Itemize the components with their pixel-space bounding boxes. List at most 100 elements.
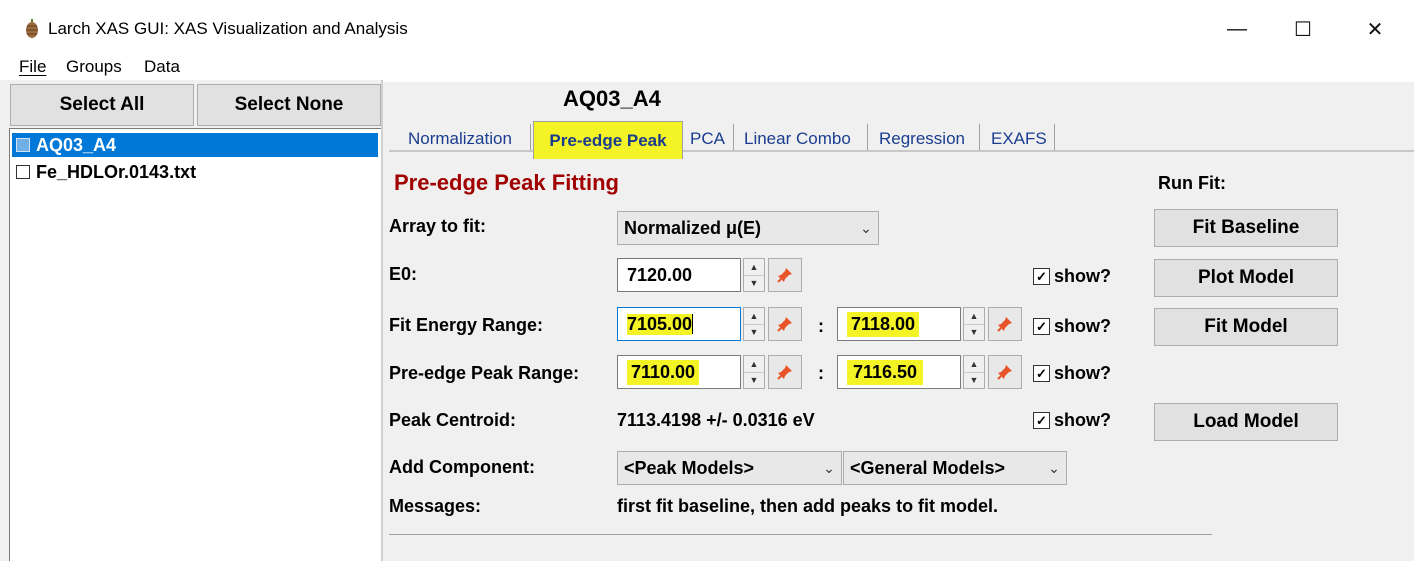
spin-up-icon[interactable]: ▲ [744, 308, 764, 324]
spin-down-icon[interactable]: ▼ [964, 371, 984, 389]
general-models-select[interactable]: <General Models> ⌄ [843, 451, 1067, 485]
chevron-down-icon: ⌄ [823, 459, 835, 476]
preedge-max-pin-button[interactable] [988, 355, 1022, 389]
fit-energy-max-spinner[interactable]: ▲ ▼ [963, 307, 985, 341]
preedge-max-input[interactable]: 7116.50 [837, 355, 961, 389]
checkmark-icon: ✓ [1033, 412, 1050, 429]
tab-separator [867, 124, 868, 150]
file-checkbox[interactable] [16, 165, 30, 179]
fit-energy-range-label: Fit Energy Range: [389, 315, 544, 335]
file-checkbox[interactable] [16, 138, 30, 152]
select-none-button[interactable]: Select None [197, 84, 381, 126]
tab-pre-edge-peak[interactable]: Pre-edge Peak [533, 121, 683, 159]
peak-models-select[interactable]: <Peak Models> ⌄ [617, 451, 842, 485]
spin-down-icon[interactable]: ▼ [964, 323, 984, 341]
checkmark-icon: ✓ [1033, 318, 1050, 335]
file-name: Fe_HDLOr.0143.txt [36, 161, 197, 182]
preedge-peak-range-label: Pre-edge Peak Range: [389, 363, 580, 383]
text-cursor [692, 314, 694, 334]
pin-icon [777, 365, 792, 380]
divider-line [389, 534, 1212, 535]
panel-divider[interactable] [381, 80, 383, 561]
spin-down-icon[interactable]: ▼ [744, 274, 764, 292]
spin-down-icon[interactable]: ▼ [744, 371, 764, 389]
fit-model-button[interactable]: Fit Model [1154, 308, 1338, 346]
show-label: show? [1054, 410, 1111, 430]
spin-up-icon[interactable]: ▲ [744, 259, 764, 275]
range-separator: : [818, 363, 824, 383]
minimize-button[interactable]: — [1208, 12, 1266, 46]
preedge-max-value: 7116.50 [847, 359, 924, 385]
chevron-down-icon: ⌄ [1048, 459, 1060, 476]
file-list[interactable] [9, 128, 381, 561]
preedge-min-pin-button[interactable] [768, 355, 802, 389]
pinecone-icon [26, 19, 38, 38]
menu-data[interactable]: Data [144, 57, 180, 77]
menu-bar [0, 56, 1414, 80]
preedge-max-spinner[interactable]: ▲ ▼ [963, 355, 985, 389]
chevron-down-icon: ⌄ [860, 219, 872, 236]
fit-energy-min-input[interactable]: 7105.00 [617, 307, 741, 341]
tab-separator [530, 124, 531, 150]
pin-icon [997, 365, 1012, 380]
array-to-fit-label: Array to fit: [389, 216, 487, 236]
fit-energy-max-input[interactable]: 7118.00 [837, 307, 961, 341]
plot-model-button[interactable]: Plot Model [1154, 259, 1338, 297]
pin-icon [777, 268, 792, 283]
menu-groups[interactable]: Groups [66, 57, 122, 77]
general-models-value: <General Models> [850, 457, 1006, 478]
preedge-min-spinner[interactable]: ▲ ▼ [743, 355, 765, 389]
spin-up-icon[interactable]: ▲ [964, 308, 984, 324]
fit-energy-min-pin-button[interactable] [768, 307, 802, 341]
pin-icon [997, 317, 1012, 332]
e0-show-checkbox[interactable]: ✓ show? [1033, 266, 1111, 287]
fit-energy-max-pin-button[interactable] [988, 307, 1022, 341]
e0-input[interactable]: 7120.00 [617, 258, 741, 292]
add-component-label: Add Component: [389, 457, 535, 477]
file-item-aq03-a4[interactable]: AQ03_A4 [12, 133, 378, 157]
checkmark-icon: ✓ [1033, 268, 1050, 285]
messages-label: Messages: [389, 496, 482, 516]
peak-centroid-label: Peak Centroid: [389, 410, 517, 430]
fit-baseline-button[interactable]: Fit Baseline [1154, 209, 1338, 247]
peak-centroid-value: 7113.4198 +/- 0.0316 eV [617, 410, 815, 430]
tab-separator [733, 124, 734, 150]
peak-models-value: <Peak Models> [624, 457, 755, 478]
centroid-show-checkbox[interactable]: ✓ show? [1033, 410, 1111, 431]
show-label: show? [1054, 363, 1111, 383]
menu-file[interactable]: File [19, 57, 46, 77]
tab-linear-combo[interactable]: Linear Combo [742, 127, 853, 151]
tab-normalization[interactable]: Normalization [406, 127, 514, 151]
spin-up-icon[interactable]: ▲ [744, 356, 764, 372]
tab-separator [1054, 124, 1055, 150]
array-to-fit-select[interactable]: Normalized μ(E) ⌄ [617, 211, 879, 245]
fit-energy-min-spinner[interactable]: ▲ ▼ [743, 307, 765, 341]
maximize-button[interactable]: ☐ [1274, 12, 1332, 46]
tab-regression[interactable]: Regression [877, 127, 967, 151]
window-title: Larch XAS GUI: XAS Visualization and Ana… [48, 19, 408, 38]
range-separator: : [818, 316, 824, 336]
tab-separator [979, 124, 980, 150]
preedge-min-value: 7110.00 [627, 359, 700, 385]
tab-pca[interactable]: PCA [688, 127, 727, 151]
spin-up-icon[interactable]: ▲ [964, 356, 984, 372]
e0-label: E0: [389, 264, 418, 284]
panel-heading: Pre-edge Peak Fitting [394, 170, 619, 195]
array-to-fit-value: Normalized μ(E) [624, 217, 762, 238]
spin-down-icon[interactable]: ▼ [744, 323, 764, 341]
fit-energy-show-checkbox[interactable]: ✓ show? [1033, 316, 1111, 337]
e0-spinner[interactable]: ▲ ▼ [743, 258, 765, 292]
tab-exafs[interactable]: EXAFS [989, 127, 1049, 151]
fit-energy-max-value: 7118.00 [847, 311, 920, 337]
checkmark-icon: ✓ [1033, 365, 1050, 382]
close-button[interactable]: ✕ [1346, 12, 1404, 46]
preedge-show-checkbox[interactable]: ✓ show? [1033, 363, 1111, 384]
e0-pin-button[interactable] [768, 258, 802, 292]
file-item-fe-hdlor[interactable]: Fe_HDLOr.0143.txt [12, 160, 378, 184]
select-all-button[interactable]: Select All [10, 84, 194, 126]
messages-value: first fit baseline, then add peaks to fi… [617, 496, 999, 516]
pin-icon [777, 317, 792, 332]
load-model-button[interactable]: Load Model [1154, 403, 1338, 441]
show-label: show? [1054, 266, 1111, 286]
preedge-min-input[interactable]: 7110.00 [617, 355, 741, 389]
